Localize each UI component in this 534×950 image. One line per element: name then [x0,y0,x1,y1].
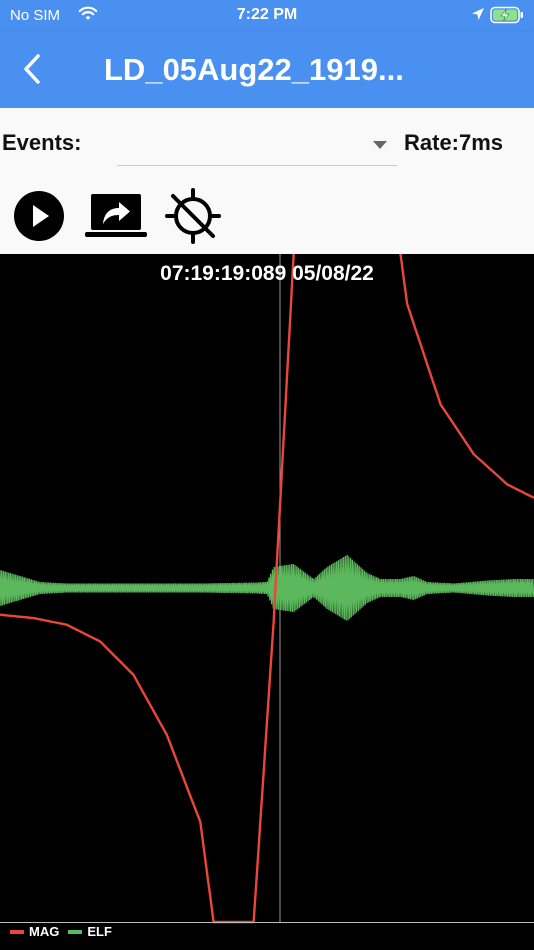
rate-label: Rate:7ms [404,130,504,155]
export-button[interactable] [85,192,147,240]
events-dropdown[interactable] [117,124,397,166]
mag-series-line-2 [399,254,534,499]
elf-series-line [0,554,534,621]
legend-item-elf: ELF [68,924,112,939]
export-to-screen-icon [85,194,147,237]
controls-panel: Events: Rate:7ms [0,108,534,254]
chart-canvas [0,254,534,924]
clock: 7:22 PM [236,6,298,23]
navigation-bar: LD_05Aug22_1919... [0,32,534,108]
page-title: LD_05Aug22_1919... [104,52,404,87]
dropdown-arrow-icon [373,141,387,149]
legend-swatch-mag [10,929,24,934]
legend-item-mag: MAG [10,924,59,939]
play-icon [14,191,64,241]
chart-legend: MAG ELF [10,924,121,939]
events-label: Events: [2,130,82,155]
chart-timestamp: 07:19:19:089 05/08/22 [160,262,374,285]
back-button[interactable] [18,52,50,86]
location-arrow-icon [471,7,485,26]
reset-location-icon [165,188,221,244]
play-button[interactable] [13,190,65,242]
back-chevron-icon [24,54,40,84]
legend-swatch-elf [68,929,83,934]
location-reset-button[interactable] [165,188,221,244]
battery-charging-icon [490,6,524,29]
status-bar: No SIM 7:22 PM [0,0,534,32]
signal-chart[interactable]: 07:19:19:089 05/08/22 MAG ELF [0,254,534,950]
legend-label-elf: ELF [87,924,112,939]
legend-label-mag: MAG [29,924,60,939]
